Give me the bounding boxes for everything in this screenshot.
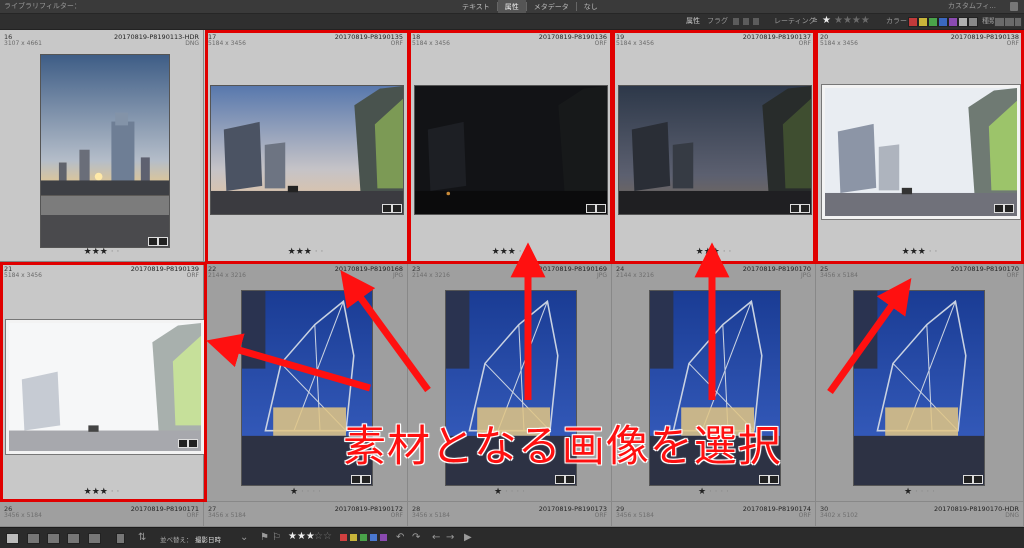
sort-select[interactable]: 撮影日時 (195, 534, 221, 544)
label-yellow[interactable] (350, 534, 357, 541)
arrow-to-photo-21 (206, 333, 371, 392)
painter-icon[interactable] (116, 533, 125, 544)
reject-flag-icon[interactable]: ⚐ (272, 532, 281, 543)
compare-view-icon[interactable] (47, 533, 60, 544)
annotation-caption: 素材となる画像を選択 (343, 422, 782, 472)
flag-icon[interactable]: ⚑ (260, 532, 269, 543)
rating-stars[interactable]: ★★★ (288, 531, 315, 542)
slideshow-play-icon[interactable]: ▶ (464, 532, 472, 543)
sort-dropdown-icon[interactable]: ⌄ (240, 532, 248, 543)
toolbar: ⇅ 並べ替え： 撮影日時 ⌄ ⚑ ⚐ ★★★ ☆☆ ↶ ↷ ← → ▶ (0, 527, 1024, 548)
rotate-left-icon[interactable]: ↶ (396, 532, 404, 543)
label-green[interactable] (360, 534, 367, 541)
arrow-to-photo-17 (340, 270, 431, 393)
rotate-right-icon[interactable]: ↷ (412, 532, 420, 543)
previous-icon[interactable]: ← (432, 532, 440, 543)
people-view-icon[interactable] (88, 533, 101, 544)
label-purple[interactable] (380, 534, 387, 541)
label-red[interactable] (340, 534, 347, 541)
grid-view-icon[interactable] (6, 533, 19, 544)
survey-view-icon[interactable] (67, 533, 80, 544)
sort-label: 並べ替え： (160, 536, 193, 544)
loupe-view-icon[interactable] (27, 533, 40, 544)
rating-stars-empty[interactable]: ☆☆ (314, 531, 332, 542)
arrow-to-photo-20 (827, 278, 912, 395)
label-blue[interactable] (370, 534, 377, 541)
sort-direction-icon[interactable]: ⇅ (138, 532, 146, 543)
next-icon[interactable]: → (446, 532, 454, 543)
